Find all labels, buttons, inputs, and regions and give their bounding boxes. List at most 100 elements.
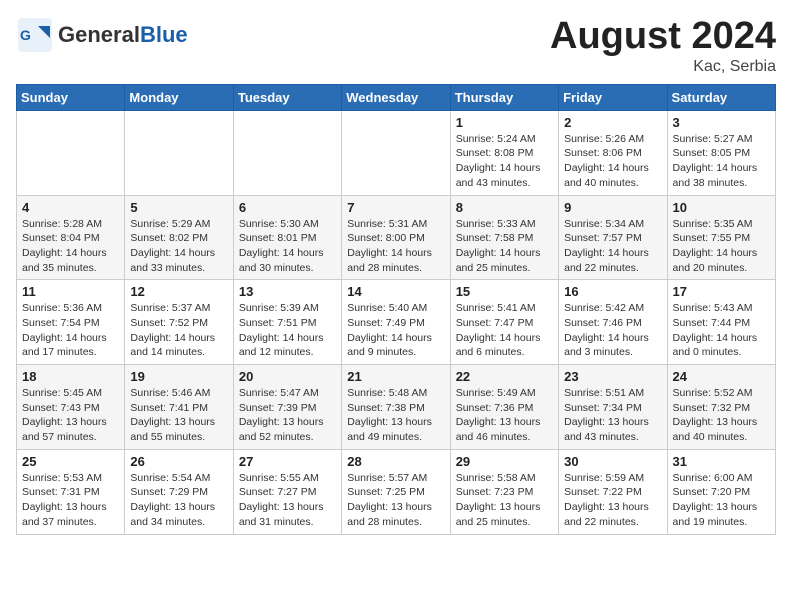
- day-info-line: and 19 minutes.: [673, 516, 748, 528]
- calendar-cell: 23Sunrise: 5:51 AMSunset: 7:34 PMDayligh…: [559, 365, 667, 450]
- day-number: 24: [673, 369, 770, 384]
- calendar-cell: 24Sunrise: 5:52 AMSunset: 7:32 PMDayligh…: [667, 365, 775, 450]
- weekday-header: Tuesday: [233, 84, 341, 110]
- day-info: Sunrise: 5:49 AM Sunset: 7:36 PM Daylight:…: [456, 386, 553, 445]
- day-info-line: Sunset: 8:01 PM: [239, 232, 317, 244]
- day-info-line: Sunset: 7:29 PM: [130, 486, 208, 498]
- day-number: 5: [130, 200, 227, 215]
- day-info: Sunrise: 5:58 AMSunset: 7:23 PMDaylight:…: [456, 471, 553, 530]
- calendar-cell: 25Sunrise: 5:53 AMSunset: 7:31 PMDayligh…: [17, 449, 125, 534]
- day-info-line: Sunset: 8:02 PM: [130, 232, 208, 244]
- day-info-line: and 20 minutes.: [673, 262, 748, 274]
- day-info-line: and 43 minutes.: [564, 431, 639, 443]
- day-info-line: Daylight: 14 hours: [673, 332, 758, 344]
- day-info-line: and 49 minutes.: [347, 431, 422, 443]
- day-info-line: Daylight: 14 hours: [130, 332, 215, 344]
- day-number: 16: [564, 284, 661, 299]
- day-info-line: Sunrise: 5:45 AM: [22, 387, 102, 399]
- day-info-line: Sunrise: 5:27 AM: [673, 133, 753, 145]
- calendar-cell: 6Sunrise: 5:30 AMSunset: 8:01 PMDaylight…: [233, 195, 341, 280]
- day-info-line: and 22 minutes.: [564, 516, 639, 528]
- day-info-line: Sunset: 7:47 PM: [456, 317, 534, 329]
- day-info-line: Daylight: 14 hours: [22, 332, 107, 344]
- day-info-line: and 14 minutes.: [130, 346, 205, 358]
- day-info-line: Sunset: 7:57 PM: [564, 232, 642, 244]
- day-info-line: Sunrise: 5:55 AM: [239, 472, 319, 484]
- calendar-week-row: 25Sunrise: 5:53 AMSunset: 7:31 PMDayligh…: [17, 449, 776, 534]
- day-info-line: Sunset: 7:20 PM: [673, 486, 751, 498]
- day-number: 4: [22, 200, 119, 215]
- day-info-line: Sunset: 7:41 PM: [130, 402, 208, 414]
- day-info-line: Sunset: 7:58 PM: [456, 232, 534, 244]
- day-info-line: Sunrise: 5:42 AM: [564, 302, 644, 314]
- day-info-line: Sunrise: 5:58 AM: [456, 472, 536, 484]
- day-info: Sunrise: 5:42 AMSunset: 7:46 PMDaylight:…: [564, 301, 661, 360]
- day-info-line: and 34 minutes.: [130, 516, 205, 528]
- day-info-line: and 52 minutes.: [239, 431, 314, 443]
- day-info-line: Sunset: 7:55 PM: [673, 232, 751, 244]
- calendar-cell: [233, 110, 341, 195]
- day-number: 3: [673, 115, 770, 130]
- day-number: 22: [456, 369, 553, 384]
- calendar-cell: 7Sunrise: 5:31 AMSunset: 8:00 PMDaylight…: [342, 195, 450, 280]
- day-info-line: Daylight: 13 hours: [564, 501, 649, 513]
- calendar-cell: 27 Sunrise: 5:55 AM Sunset: 7:27 PM Dayligh…: [233, 449, 341, 534]
- day-info-line: and 37 minutes.: [22, 516, 97, 528]
- day-info-line: and 38 minutes.: [673, 177, 748, 189]
- day-info-line: Sunrise: 5:33 AM: [456, 218, 536, 230]
- day-info-line: and 25 minutes.: [456, 516, 531, 528]
- day-number: 8: [456, 200, 553, 215]
- day-info: Sunrise: 6:00 AMSunset: 7:20 PMDaylight:…: [673, 471, 770, 530]
- day-number: 15: [456, 284, 553, 299]
- day-info-line: Daylight: 14 hours: [564, 332, 649, 344]
- day-info: Sunrise: 5:24 AMSunset: 8:08 PMDaylight:…: [456, 132, 553, 191]
- day-info-line: and 25 minutes.: [456, 262, 531, 274]
- weekday-header-row: SundayMondayTuesdayWednesdayThursdayFrid…: [17, 84, 776, 110]
- calendar-cell: 20Sunrise: 5:47 AMSunset: 7:39 PMDayligh…: [233, 365, 341, 450]
- calendar-cell: 18 Sunrise: 5:45 AMSunset: 7:43 PMDayligh…: [17, 365, 125, 450]
- calendar-cell: 15Sunrise: 5:41 AMSunset: 7:47 PMDayligh…: [450, 280, 558, 365]
- day-info-line: Sunrise: 5:34 AM: [564, 218, 644, 230]
- day-number: 21: [347, 369, 444, 384]
- day-info-line: and 28 minutes.: [347, 262, 422, 274]
- day-number: 17: [673, 284, 770, 299]
- day-info-line: Sunrise: 5:24 AM: [456, 133, 536, 145]
- day-number: 1: [456, 115, 553, 130]
- day-number: 19: [130, 369, 227, 384]
- logo-icon: G: [16, 16, 54, 54]
- day-number: 20: [239, 369, 336, 384]
- calendar-cell: 29Sunrise: 5:58 AMSunset: 7:23 PMDayligh…: [450, 449, 558, 534]
- calendar-cell: 10Sunrise: 5:35 AMSunset: 7:55 PMDayligh…: [667, 195, 775, 280]
- day-number: 18: [22, 369, 119, 384]
- day-info-line: Sunrise: 5:47 AM: [239, 387, 319, 399]
- day-info: Sunrise: 5:46 AMSunset: 7:41 PMDaylight:…: [130, 386, 227, 445]
- day-info-line: Daylight: 14 hours: [456, 332, 541, 344]
- day-info: Sunrise: 5:27 AMSunset: 8:05 PMDaylight:…: [673, 132, 770, 191]
- day-info-line: Sunset: 7:36 PM: [456, 402, 534, 414]
- day-number: 31: [673, 454, 770, 469]
- day-info-line: Sunrise: 5:31 AM: [347, 218, 427, 230]
- calendar-week-row: 18 Sunrise: 5:45 AMSunset: 7:43 PMDayligh…: [17, 365, 776, 450]
- logo: G GeneralBlue: [16, 16, 188, 54]
- day-info-line: Sunset: 7:25 PM: [347, 486, 425, 498]
- day-info-line: Sunrise: 5:54 AM: [130, 472, 210, 484]
- day-info: Sunrise: 5:53 AMSunset: 7:31 PMDaylight:…: [22, 471, 119, 530]
- day-info-line: Sunrise: 6:00 AM: [673, 472, 753, 484]
- day-info-line: Sunrise: 5:49 AM: [456, 387, 536, 399]
- day-number: 27: [239, 454, 336, 469]
- day-info: Sunrise: 5:30 AMSunset: 8:01 PMDaylight:…: [239, 217, 336, 276]
- day-info-line: Daylight: 14 hours: [347, 332, 432, 344]
- day-number: 26: [130, 454, 227, 469]
- day-info-line: Sunset: 8:06 PM: [564, 147, 642, 159]
- day-info-line: Sunrise: 5:28 AM: [22, 218, 102, 230]
- day-info-line: Daylight: 13 hours: [239, 501, 324, 513]
- calendar-cell: 16 Sunrise: 5:42 AMSunset: 7:46 PMDayligh…: [559, 280, 667, 365]
- calendar-cell: [125, 110, 233, 195]
- day-info: Sunrise: 5:26 AMSunset: 8:06 PMDaylight:…: [564, 132, 661, 191]
- day-info-line: Sunrise: 5:37 AM: [130, 302, 210, 314]
- day-info-line: and 28 minutes.: [347, 516, 422, 528]
- day-info: Sunrise: 5:45 AMSunset: 7:43 PMDaylight:…: [22, 386, 119, 445]
- day-info-line: Daylight: 13 hours: [456, 416, 541, 428]
- day-number: 12: [130, 284, 227, 299]
- day-info-line: Sunset: 7:27 PM: [239, 486, 317, 498]
